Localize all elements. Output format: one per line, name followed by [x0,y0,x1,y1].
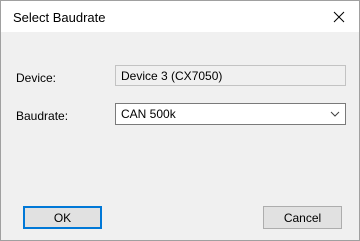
baudrate-select[interactable]: CAN 500k [115,103,346,125]
chevron-down-icon[interactable] [330,109,340,119]
device-label: Device: [16,71,57,85]
close-icon [333,11,345,22]
baudrate-label: Baudrate: [16,109,69,123]
title-bar: Select Baudrate [1,1,359,32]
baudrate-selected-value: CAN 500k [121,107,176,121]
device-field: Device 3 (CX7050) [115,65,346,86]
close-button[interactable] [319,1,359,32]
dialog-title: Select Baudrate [13,10,106,25]
select-baudrate-dialog: Select Baudrate Device: Device 3 (CX7050… [0,0,360,241]
ok-button[interactable]: OK [23,206,102,229]
cancel-button[interactable]: Cancel [263,206,342,229]
